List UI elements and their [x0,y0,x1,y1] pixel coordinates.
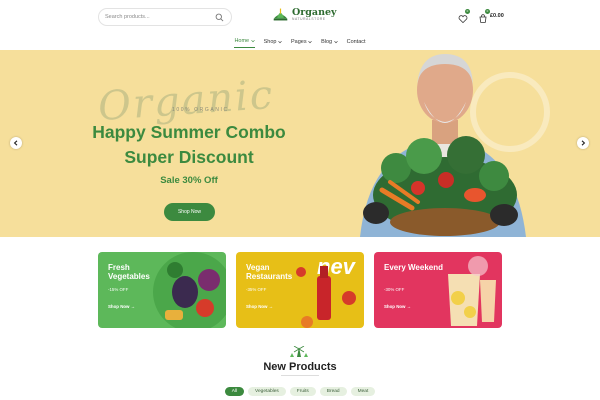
promo-title: Fresh Vegetables [108,263,150,282]
filter-tab-meat[interactable]: Meat [350,387,376,396]
hero-kicker: 100% ORGANIC [172,107,229,113]
nav-item-home[interactable]: Home [234,38,255,48]
promo-shop-now-link[interactable]: Shop Now → [246,304,273,309]
search-input[interactable] [105,14,215,20]
cart-button[interactable]: 0 £0.00 [478,9,504,23]
promo-card-every-weekend[interactable]: Every Weekend -30% OFF Shop Now → [374,252,502,328]
windmill-icon [290,346,308,357]
wishlist-count-badge: 0 [465,9,470,14]
nav-item-shop[interactable]: Shop [264,38,282,48]
farmer-with-vegetables-image [360,54,526,237]
logo-leaf-icon [273,8,288,21]
promo-card-fresh-vegetables[interactable]: Fresh Vegetables -15% OFF Shop Now → [98,252,226,328]
logo[interactable]: Organey NATURALSTORE [272,6,337,23]
chevron-down-icon [278,40,282,43]
nav-item-label: Pages [290,38,307,45]
logo-tagline: NATURALSTORE [292,17,326,22]
cart-icon [479,14,487,23]
cart-count-badge: 0 [485,9,490,14]
product-filter-tabs: All Vegetables Fruits Bread Meat [0,387,600,396]
wishlist-button[interactable]: 0 [458,9,470,24]
section-divider [281,375,319,376]
promo-title: Every Weekend [384,263,443,272]
nav-item-label: Home [234,38,250,44]
main-nav: Home Shop Pages Blog Contact [0,38,600,48]
filter-tab-vegetables[interactable]: Vegetables [248,387,286,396]
cart-total: £0.00 [490,13,504,19]
filter-tab-bread[interactable]: Bread [319,387,347,396]
chevron-down-icon [308,40,312,43]
filter-tab-all[interactable]: All [224,387,245,396]
search-bar[interactable] [98,8,232,26]
nav-item-label: Shop [263,38,277,45]
promo-discount: -35% OFF [246,287,267,292]
hero-prev-arrow[interactable] [10,137,22,149]
nav-item-blog[interactable]: Blog [321,38,338,48]
hero-shop-now-button[interactable]: Shop Now [164,203,215,221]
nav-item-label: Blog [321,38,333,45]
promo-discount: -30% OFF [384,287,405,292]
filter-tab-fruits[interactable]: Fruits [289,387,316,396]
chevron-left-icon [13,140,18,146]
hero-banner: Organic 100% ORGANIC Happy Summer Combo … [0,50,600,237]
search-icon[interactable] [215,13,224,22]
nav-item-contact[interactable]: Contact [347,38,366,48]
chevron-right-icon [581,140,586,146]
promo-shop-now-link[interactable]: Shop Now → [108,304,135,309]
nav-item-pages[interactable]: Pages [291,38,312,48]
heart-icon [458,15,468,24]
promo-shop-now-link[interactable]: Shop Now → [384,304,411,309]
chevron-down-icon [333,40,338,43]
hero-next-arrow[interactable] [577,137,589,149]
promo-title: Vegan Restaurants [246,263,293,282]
chevron-down-icon [250,39,255,43]
promo-card-vegan-restaurants[interactable]: nev Vegan Restaurants -35% OFF Shop Now … [236,252,364,328]
logo-name: Organey [292,6,337,18]
lemonade-image [448,256,496,326]
nav-item-label: Contact [346,38,366,45]
section-title: New Products [263,361,337,373]
promo-discount: -15% OFF [108,287,129,292]
